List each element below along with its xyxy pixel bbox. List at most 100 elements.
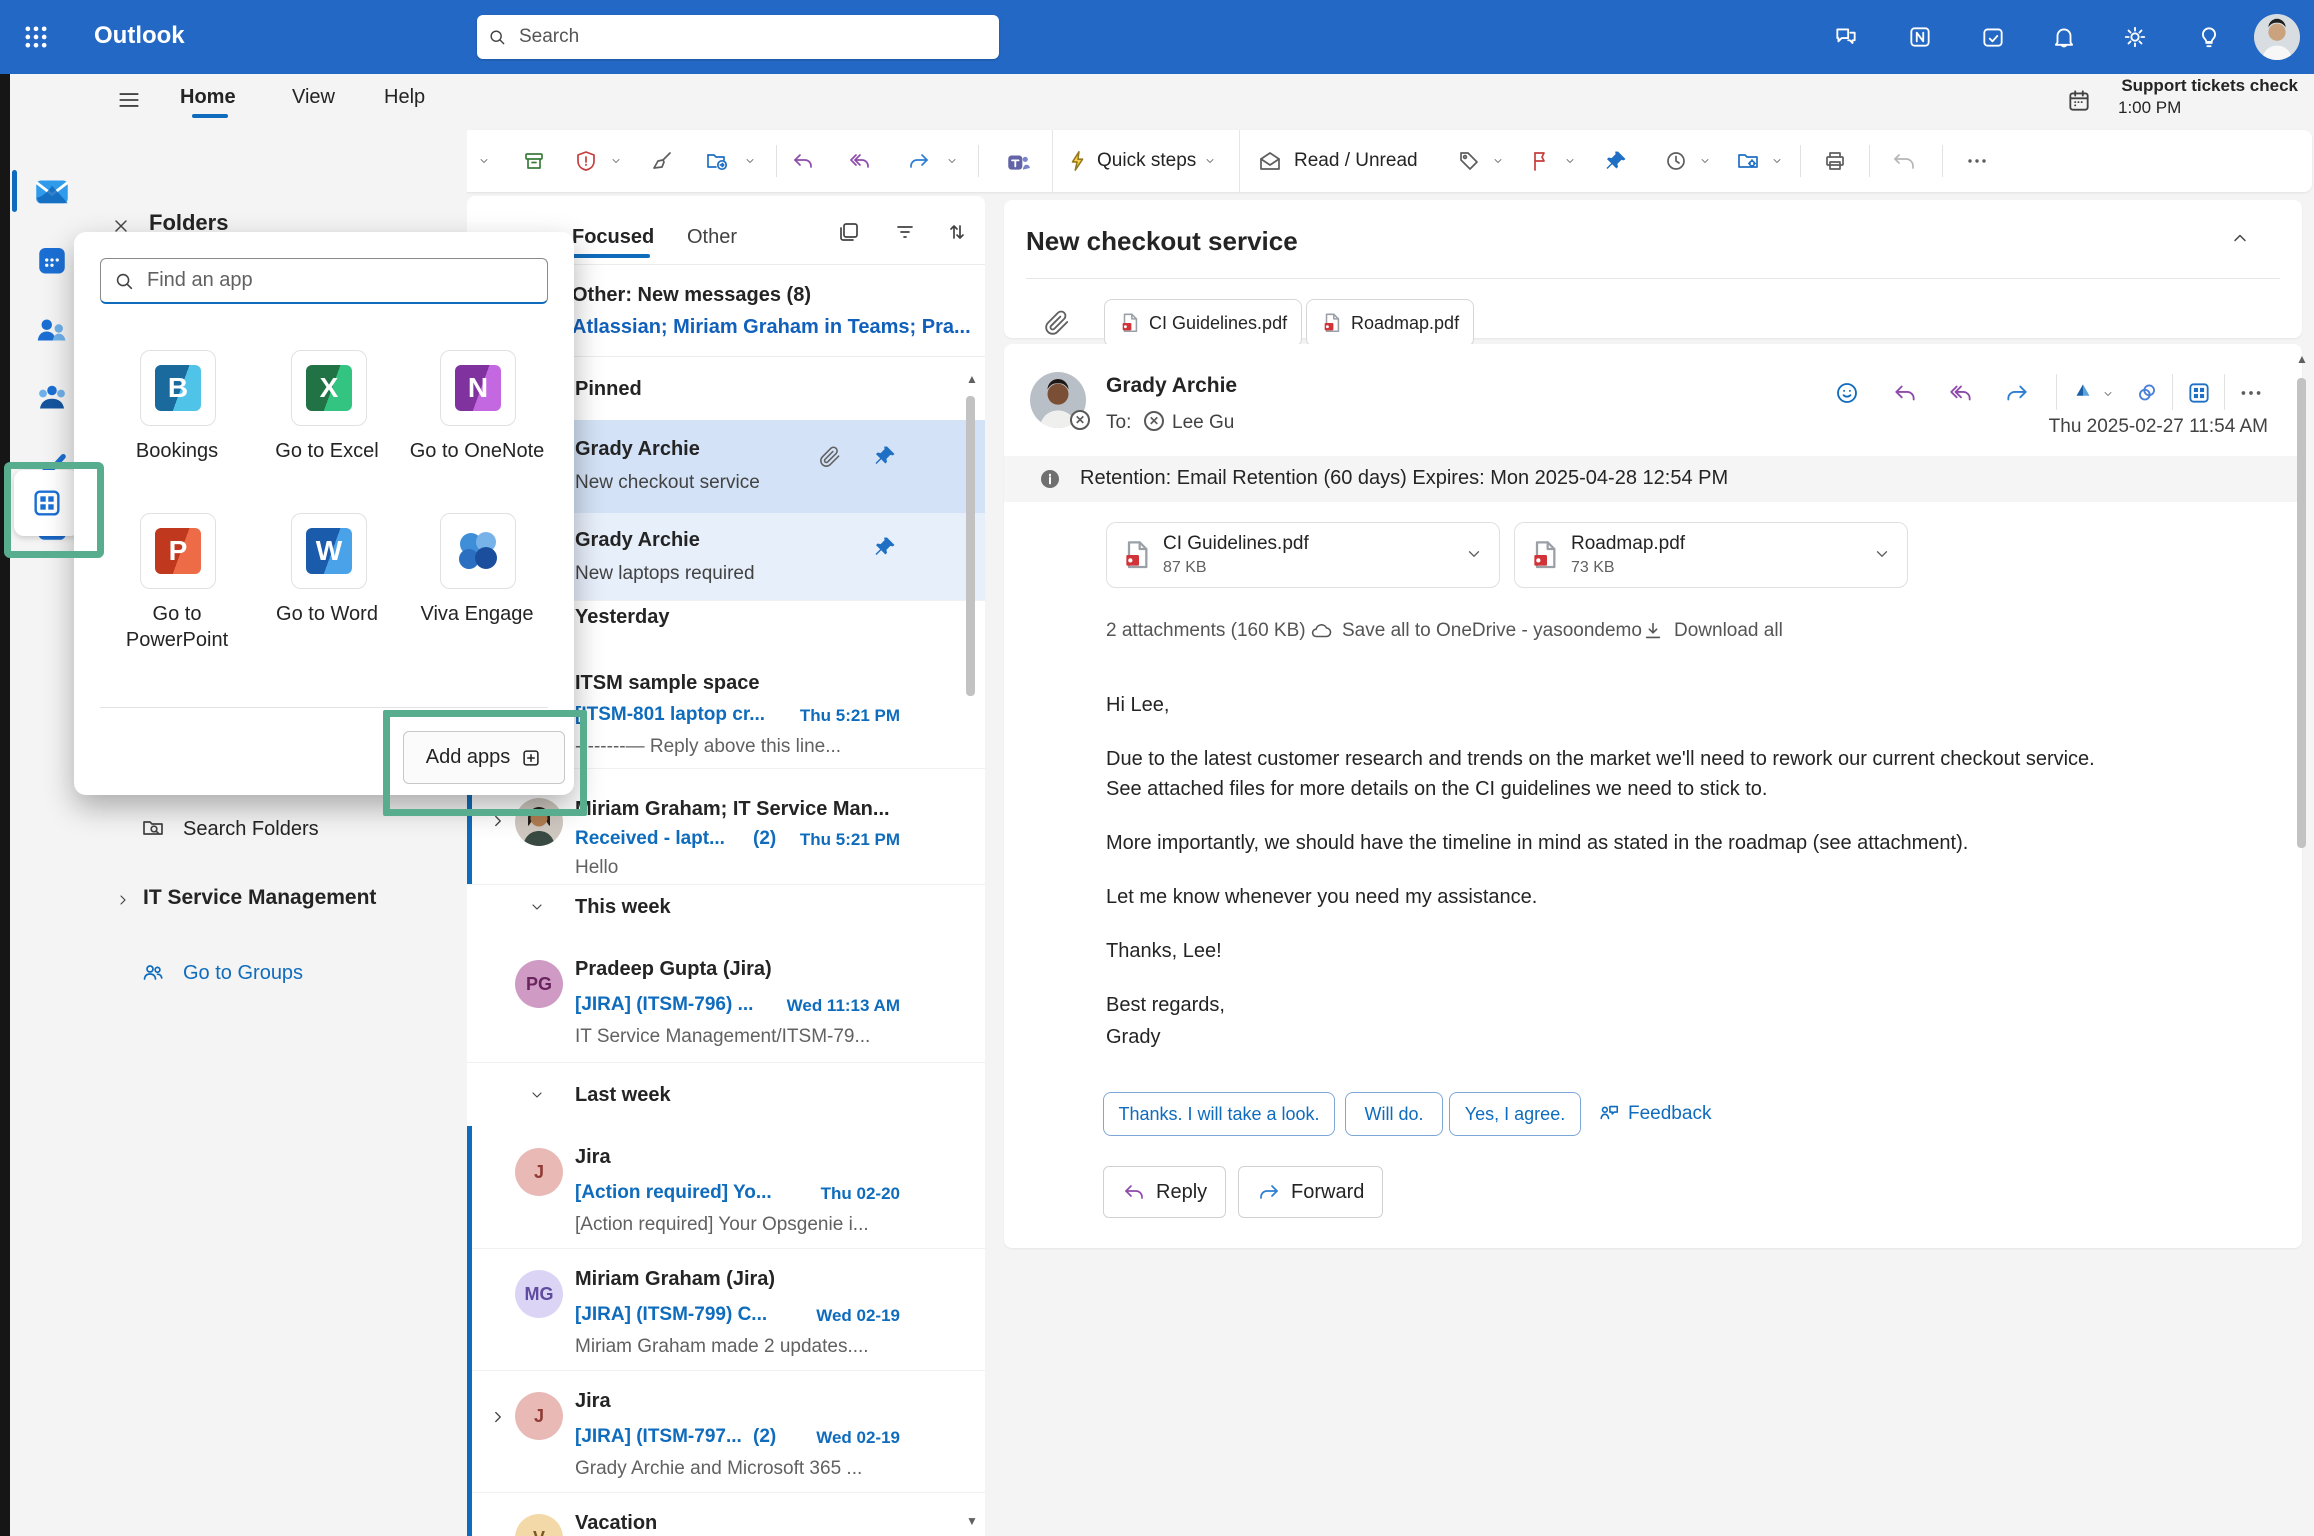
pin-icon[interactable] [1604, 149, 1628, 173]
reply-all-icon[interactable] [1948, 380, 1974, 406]
reading-scrollbar-thumb[interactable] [2297, 378, 2306, 848]
notifications-bell-icon[interactable] [2051, 24, 2077, 50]
more-actions-icon[interactable] [2238, 380, 2264, 406]
rail-mail-icon[interactable] [31, 170, 73, 212]
attachment-chip[interactable]: Roadmap.pdf [1306, 299, 1474, 347]
forward-icon[interactable] [2004, 380, 2030, 406]
todo-icon[interactable] [1980, 24, 2006, 50]
flag-icon[interactable] [1529, 149, 1553, 173]
attachment-dropdown-icon[interactable] [1465, 545, 1483, 563]
list-scrollbar-thumb[interactable] [966, 396, 975, 696]
add-apps-button[interactable]: Add apps [403, 731, 565, 784]
rail-people-icon[interactable] [34, 312, 70, 348]
apps-grid-icon[interactable] [2186, 380, 2212, 406]
quick-steps-button[interactable]: Quick steps [1052, 130, 1240, 192]
archive-icon[interactable] [522, 149, 546, 173]
expand-conversation-icon[interactable] [489, 812, 507, 830]
rail-more-apps-button[interactable] [14, 470, 80, 536]
app-launcher-icon[interactable] [22, 23, 50, 51]
folder-item-search-folders[interactable]: Search Folders [183, 818, 319, 841]
save-all-onedrive-link[interactable]: Save all to OneDrive - yasoondemo [1342, 620, 1642, 642]
search-bar[interactable] [477, 15, 999, 59]
message-row[interactable]: MG Miriam Graham (Jira) [JIRA] (ITSM-799… [467, 1248, 985, 1371]
forward-button[interactable]: Forward [1238, 1166, 1383, 1218]
sweep-icon[interactable] [650, 149, 674, 173]
sort-icon[interactable] [945, 220, 969, 244]
collapse-header-icon[interactable] [2230, 228, 2250, 248]
tab-focused[interactable]: Focused [572, 226, 654, 249]
app-tile-viva-engage[interactable] [440, 513, 516, 589]
it-service-expand-icon[interactable] [115, 892, 131, 908]
scroll-up-arrow[interactable]: ▲ [966, 372, 978, 386]
expand-conversation-icon[interactable] [489, 1408, 507, 1426]
message-row[interactable]: J Jira [Action required] Yo... Thu 02-20… [467, 1126, 985, 1249]
chat-icon[interactable] [1833, 24, 1859, 50]
move-to-dropdown-icon[interactable] [744, 155, 756, 167]
sender-name[interactable]: Grady Archie [1106, 374, 1237, 398]
tab-help[interactable]: Help [384, 86, 425, 109]
emoji-reaction-icon[interactable] [1834, 380, 1860, 406]
categorize-tag-icon[interactable] [1457, 149, 1481, 173]
app-tile-word[interactable]: W [291, 513, 367, 589]
message-row[interactable]: V Vacation ​ [467, 1492, 985, 1536]
rules-dropdown-icon[interactable] [1771, 155, 1783, 167]
print-icon[interactable] [1823, 149, 1847, 173]
nav-menu-icon[interactable] [116, 87, 142, 113]
forward-icon[interactable] [907, 149, 931, 173]
share-to-teams-icon[interactable] [1005, 149, 1031, 175]
settings-gear-icon[interactable] [2122, 24, 2148, 50]
forward-dropdown-icon[interactable] [946, 155, 958, 167]
pinned-pin-icon[interactable] [873, 444, 897, 468]
addin-dropdown-icon[interactable] [2102, 388, 2114, 400]
user-avatar[interactable] [2254, 14, 2300, 60]
app-tile-onenote[interactable]: N [440, 350, 516, 426]
find-app-search[interactable] [100, 258, 548, 304]
rules-icon[interactable] [1736, 149, 1760, 173]
find-app-input[interactable] [145, 268, 535, 293]
suggested-reply-button[interactable]: Yes, I agree. [1449, 1092, 1581, 1136]
app-tile-bookings[interactable]: B [140, 350, 216, 426]
recipient-name[interactable]: Lee Gu [1172, 412, 1234, 434]
attachment-card[interactable]: Roadmap.pdf 73 KB [1514, 522, 1908, 588]
read-unread-label[interactable]: Read / Unread [1294, 150, 1418, 172]
pinned-pin-icon[interactable] [873, 535, 897, 559]
report-dropdown-icon[interactable] [610, 155, 622, 167]
attachment-dropdown-icon[interactable] [1873, 545, 1891, 563]
folder-item-it-service-management[interactable]: IT Service Management [143, 886, 376, 910]
scroll-up-arrow[interactable]: ▲ [2296, 352, 2308, 366]
go-to-groups-link[interactable]: Go to Groups [183, 962, 303, 985]
reply-icon[interactable] [1892, 380, 1918, 406]
delete-dropdown-icon[interactable] [478, 155, 490, 167]
tab-home[interactable]: Home [180, 86, 236, 109]
loop-addin-icon[interactable] [2134, 380, 2160, 406]
suggested-reply-button[interactable]: Will do. [1345, 1092, 1443, 1136]
attachment-chip[interactable]: CI Guidelines.pdf [1104, 299, 1302, 347]
snooze-dropdown-icon[interactable] [1699, 155, 1711, 167]
message-row[interactable]: J Jira [JIRA] (ITSM-797...(2) Wed 02-19 … [467, 1370, 985, 1493]
move-to-icon[interactable] [705, 149, 729, 173]
select-messages-icon[interactable] [837, 220, 861, 244]
filter-icon[interactable] [893, 220, 917, 244]
report-shield-icon[interactable] [574, 149, 598, 173]
snooze-clock-icon[interactable] [1664, 149, 1688, 173]
download-all-link[interactable]: Download all [1674, 620, 1783, 642]
reply-all-icon[interactable] [848, 149, 872, 173]
read-unread-icon[interactable] [1258, 149, 1282, 173]
addin-prism-icon[interactable] [2070, 380, 2096, 406]
more-options-icon[interactable] [1965, 149, 1989, 173]
flag-dropdown-icon[interactable] [1564, 155, 1576, 167]
app-tile-excel[interactable]: X [291, 350, 367, 426]
reply-button[interactable]: Reply [1103, 1166, 1226, 1218]
banner-senders-link[interactable]: Atlassian; Miriam Graham in Teams; Pra..… [572, 316, 971, 339]
rail-calendar-icon[interactable] [34, 242, 70, 278]
search-input[interactable] [517, 25, 999, 49]
undo-icon[interactable] [1892, 149, 1916, 173]
reply-icon[interactable] [791, 149, 815, 173]
message-row[interactable]: PG Pradeep Gupta (Jira) [JIRA] (ITSM-796… [467, 938, 985, 1063]
scroll-down-arrow[interactable]: ▼ [966, 1514, 978, 1528]
attachment-card[interactable]: CI Guidelines.pdf 87 KB [1106, 522, 1500, 588]
tips-bulb-icon[interactable] [2196, 24, 2222, 50]
onenote-feed-icon[interactable] [1907, 24, 1933, 50]
suggested-reply-button[interactable]: Thanks. I will take a look. [1103, 1092, 1335, 1136]
rail-groups-icon[interactable] [34, 380, 70, 416]
